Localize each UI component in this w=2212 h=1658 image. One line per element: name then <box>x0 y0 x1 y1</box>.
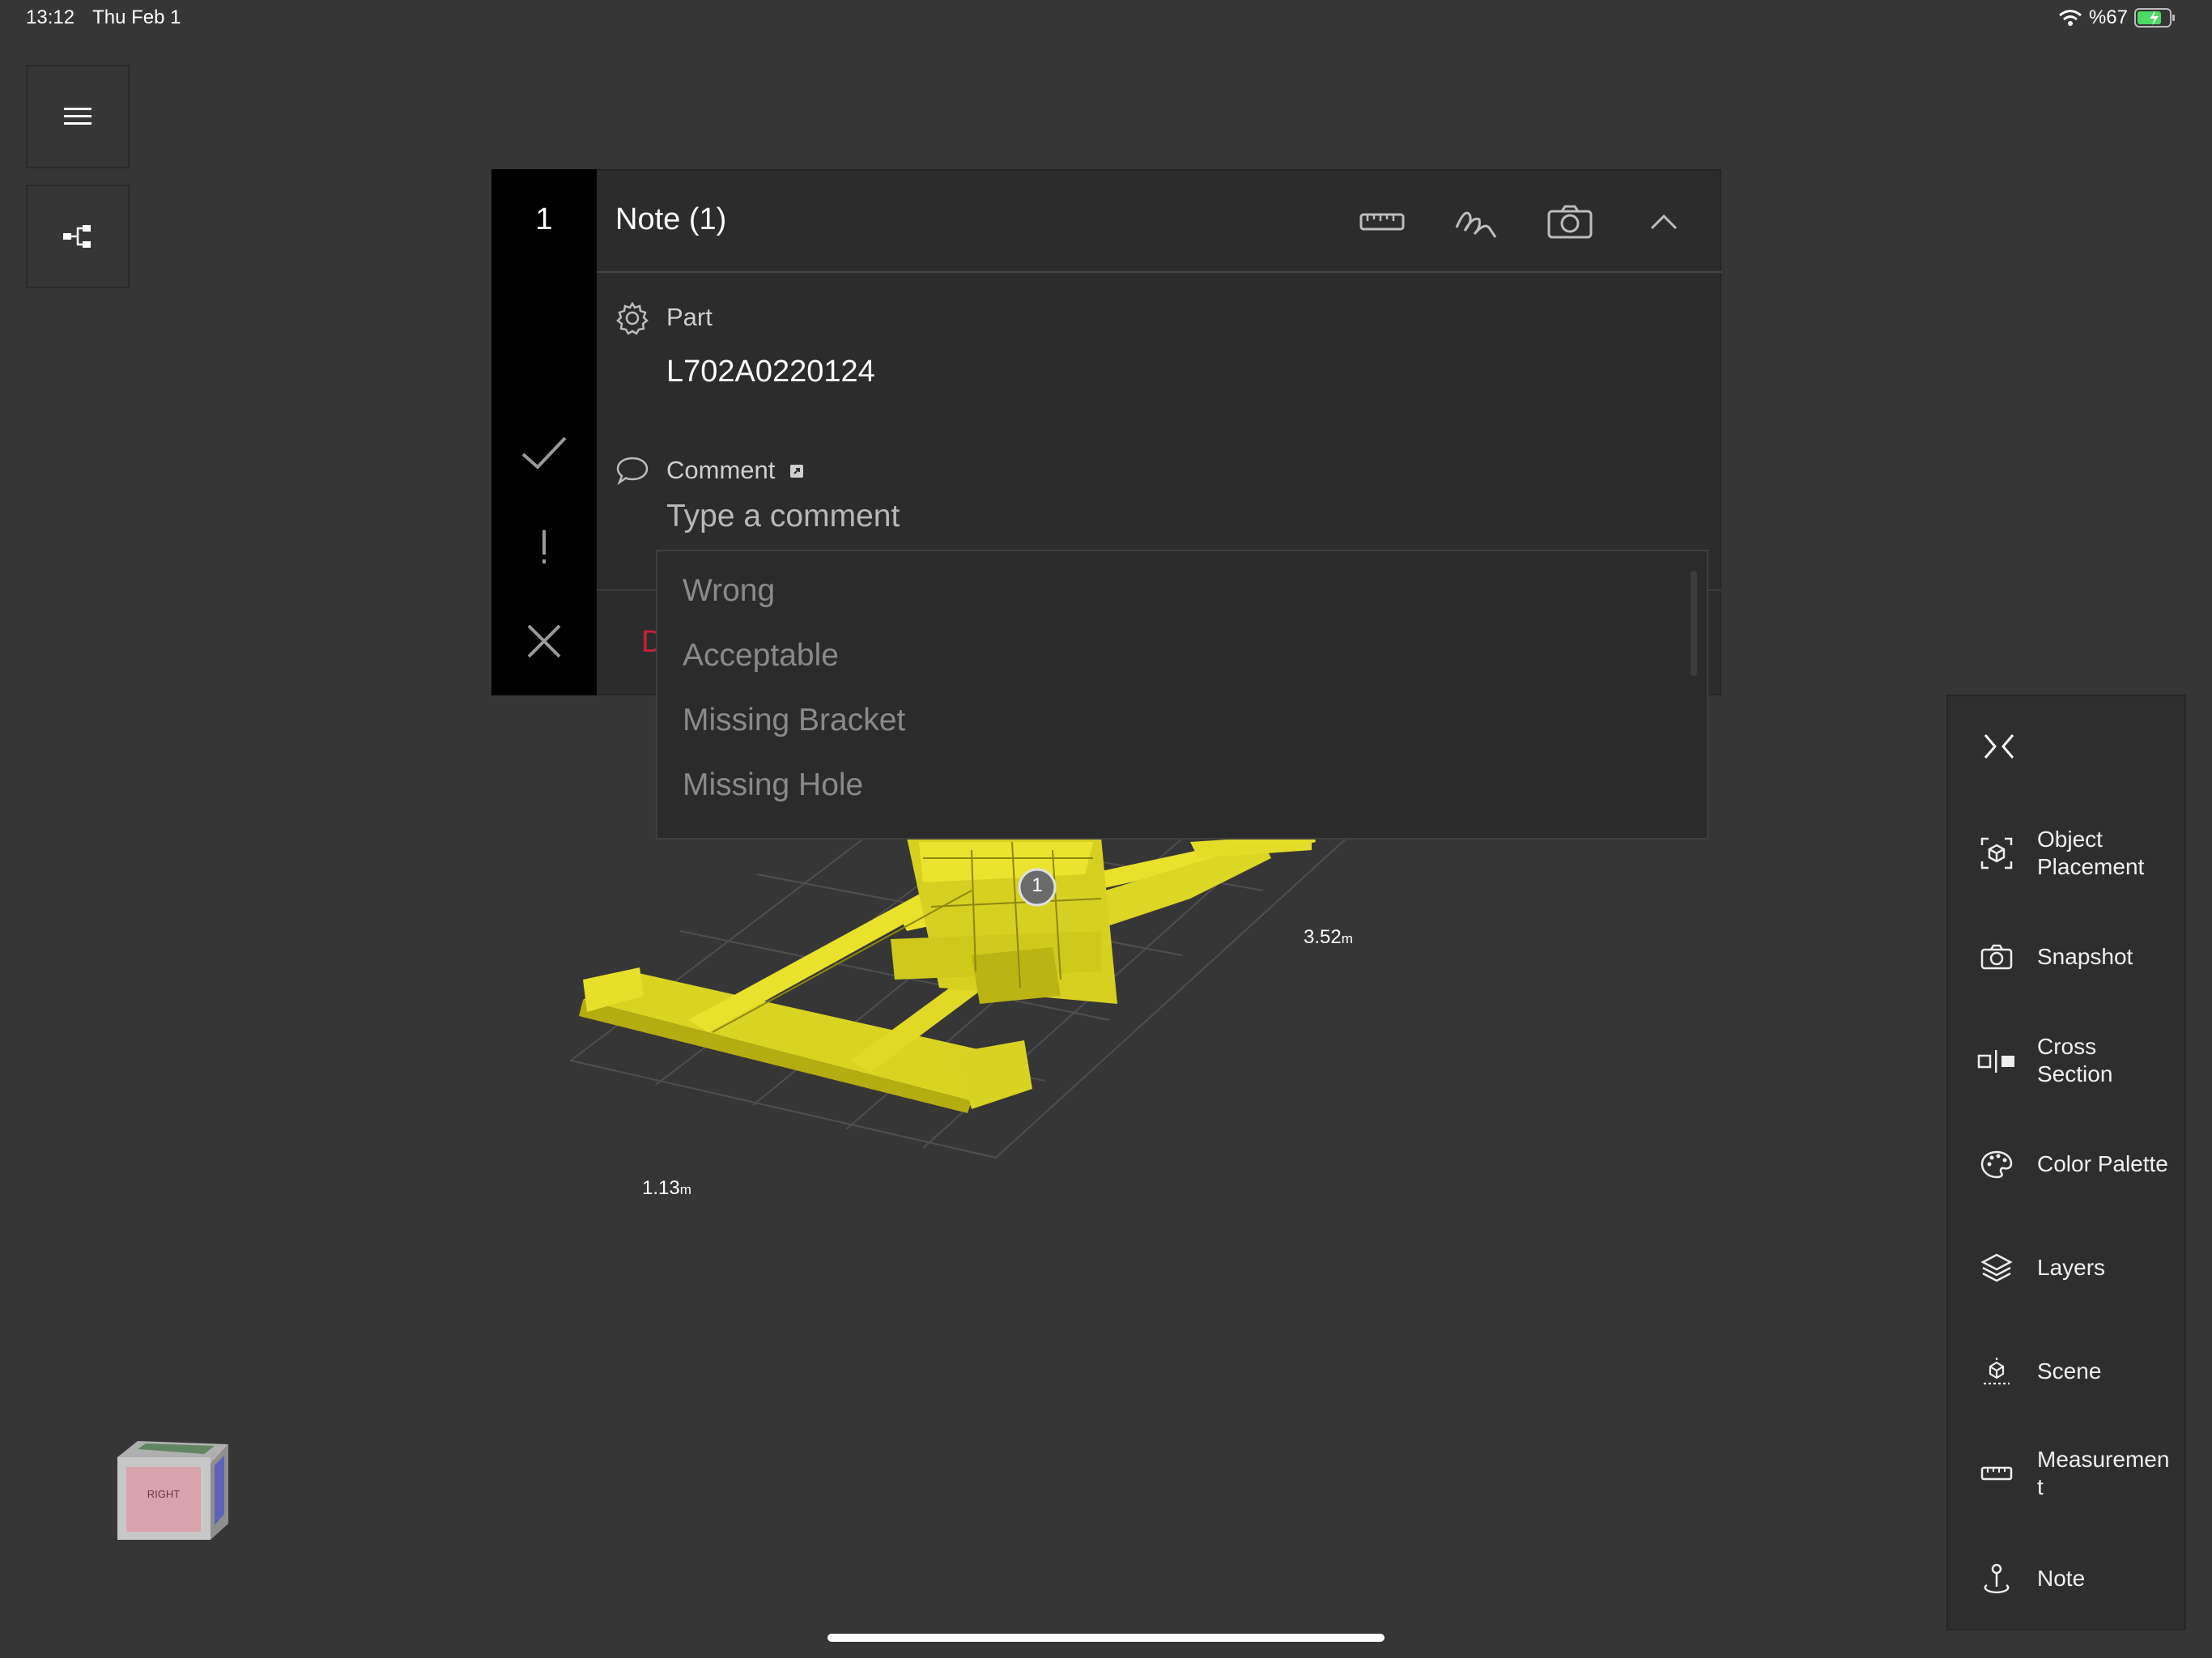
dimension-depth-value: 3.52 <box>1304 926 1342 948</box>
tool-layers[interactable]: Layers <box>1976 1247 2178 1289</box>
tool-label: Cross Section <box>2037 1034 2113 1086</box>
pin-icon <box>1976 1558 2018 1600</box>
suggestion-item[interactable]: Missing Hole <box>683 767 863 803</box>
comment-input[interactable]: Type a comment <box>666 499 900 534</box>
tool-label: Object Placement <box>2037 827 2145 879</box>
reject-button[interactable] <box>518 619 570 664</box>
cross-section-icon <box>1976 1039 2018 1082</box>
tool-label: Snapshot <box>2037 944 2133 969</box>
tool-label: Note <box>2037 1566 2086 1591</box>
palette-icon <box>1976 1143 2018 1185</box>
tool-label: Layers <box>2037 1255 2106 1280</box>
ruler-icon <box>1976 1452 2018 1494</box>
dimension-width-unit: m <box>679 1182 691 1197</box>
collapse-button[interactable] <box>1638 201 1690 243</box>
signature-icon <box>1455 211 1497 238</box>
exclamation-icon <box>542 530 546 563</box>
speech-bubble-icon <box>615 455 649 491</box>
collapse-arrows-icon <box>1984 734 2014 759</box>
tool-label: Color Palette <box>2037 1151 2168 1176</box>
chassis-model[interactable] <box>579 826 1316 1113</box>
measure-tool-button[interactable] <box>1356 201 1408 243</box>
view-cube-face-label: RIGHT <box>147 1488 181 1500</box>
part-label: Part <box>666 303 713 331</box>
tool-measurement[interactable]: Measuremen t <box>1976 1446 2178 1501</box>
tool-cross-section[interactable]: Cross Section <box>1976 1033 2178 1088</box>
warning-button[interactable] <box>518 525 570 570</box>
tool-label: Measuremen t <box>2037 1447 2170 1499</box>
tool-object-placement[interactable]: Object Placement <box>1976 826 2178 881</box>
scene-icon <box>1976 1350 2018 1392</box>
draw-tool-button[interactable] <box>1450 201 1502 243</box>
dimension-depth-unit: m <box>1341 931 1353 946</box>
tool-note[interactable]: Note <box>1976 1558 2178 1600</box>
note-marker-label: 1 <box>1032 874 1043 896</box>
ruler-icon <box>1359 213 1405 231</box>
collapse-panel-button[interactable] <box>1982 732 2016 765</box>
dimension-width-value: 1.13 <box>642 1177 680 1199</box>
external-link-icon[interactable] <box>789 464 804 483</box>
camera-icon <box>1547 205 1593 239</box>
chevron-up-icon <box>1650 214 1678 230</box>
note-number: 1 <box>535 202 553 236</box>
tool-color-palette[interactable]: Color Palette <box>1976 1143 2178 1185</box>
dimension-depth: 3.52m <box>1304 926 1353 949</box>
approve-button[interactable] <box>518 432 570 474</box>
layers-icon <box>1976 1247 2018 1289</box>
gear-icon <box>615 301 649 339</box>
comment-label: Comment <box>666 456 776 484</box>
note-title: Note (1) <box>615 202 727 236</box>
tool-label: Scene <box>2037 1358 2102 1384</box>
close-icon <box>527 624 561 658</box>
check-icon <box>521 436 567 470</box>
dropdown-scrollbar[interactable] <box>1691 571 1697 676</box>
tool-scene[interactable]: Scene <box>1976 1350 2178 1392</box>
suggestion-item[interactable]: Acceptable <box>683 638 839 674</box>
suggestion-item[interactable]: Missing Bracket <box>683 703 905 738</box>
part-number-value: L702A0220124 <box>666 355 875 389</box>
tool-snapshot[interactable]: Snapshot <box>1976 936 2178 978</box>
object-placement-icon <box>1976 832 2018 874</box>
note-header-divider <box>597 271 1721 273</box>
dimension-width: 1.13m <box>642 1177 691 1200</box>
camera-tool-button[interactable] <box>1544 201 1596 243</box>
home-indicator[interactable] <box>827 1634 1385 1642</box>
suggestion-item[interactable]: Wrong <box>683 573 775 609</box>
camera-icon <box>1976 936 2018 978</box>
